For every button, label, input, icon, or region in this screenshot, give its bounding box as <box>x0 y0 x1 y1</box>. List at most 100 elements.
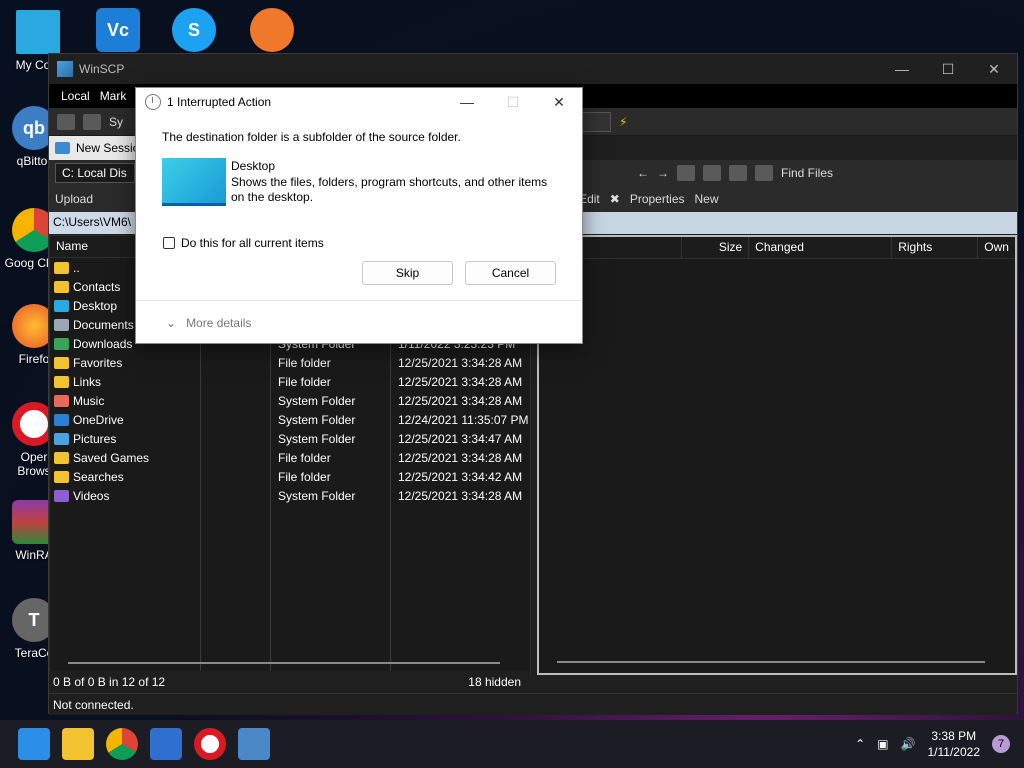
file-name: Searches <box>73 469 124 484</box>
file-row[interactable]: Saved Games File folder 12/25/2021 3:34:28… <box>50 448 530 467</box>
more-details-label: More details <box>186 316 252 330</box>
menu-local[interactable]: Local <box>61 89 90 103</box>
file-name: Documents <box>73 317 134 332</box>
clock-time: 3:38 PM <box>931 729 977 743</box>
start-icon[interactable] <box>18 728 50 760</box>
column-owner[interactable]: Own <box>978 237 1015 258</box>
toolbar-icon[interactable] <box>57 113 75 130</box>
upload-button[interactable]: Upload <box>55 192 93 206</box>
file-changed: 12/25/2021 3:34:28 AM <box>398 374 523 389</box>
forward-icon[interactable]: → <box>657 166 669 180</box>
dialog-minimize-button[interactable]: — <box>444 88 490 116</box>
root-dir-icon[interactable] <box>703 165 721 181</box>
file-row[interactable]: OneDrive System Folder 12/24/2021 11:35:07… <box>50 410 530 429</box>
clock-icon <box>145 94 161 110</box>
column-size-remote[interactable]: Size <box>682 237 750 258</box>
remote-column-headers: Size Changed Rights Own <box>539 237 1015 259</box>
desktop-icon-skype[interactable]: S <box>164 8 224 56</box>
item-description: Shows the files, folders, program shortc… <box>231 175 548 204</box>
properties-button[interactable]: Properties <box>630 192 685 206</box>
file-name: Desktop <box>73 298 118 313</box>
new-button[interactable]: New <box>695 192 719 206</box>
file-type: File folder <box>278 469 331 484</box>
maximize-button[interactable]: ☐ <box>925 54 971 84</box>
notification-badge[interactable]: 7 <box>992 735 1010 753</box>
file-name: Favorites <box>73 355 123 370</box>
file-name-cell: Music <box>50 394 200 408</box>
file-name-cell: Searches <box>50 470 200 484</box>
desktop-icon-vnc[interactable]: Vc <box>88 8 148 56</box>
file-name: .. <box>73 260 80 275</box>
file-name-cell: OneDrive <box>50 413 200 427</box>
toolbar-sync-label[interactable]: Sy <box>109 115 123 129</box>
file-name-cell: Videos <box>50 489 200 503</box>
file-row[interactable]: Links File folder 12/25/2021 3:34:28 AM <box>50 372 530 391</box>
file-name: Downloads <box>73 336 133 351</box>
cancel-button[interactable]: Cancel <box>465 261 556 285</box>
clock-date: 1/11/2022 <box>927 745 981 759</box>
file-changed: 12/25/2021 3:34:28 AM <box>398 393 523 408</box>
file-changed: 12/24/2021 11:35:07 PM <box>398 412 529 427</box>
file-type: System Folder <box>278 431 356 446</box>
taskbar: ⌃ ▣ 🔊 3:38 PM 1/11/2022 7 <box>0 720 1024 768</box>
apply-all-checkbox[interactable]: Do this for all current items <box>163 236 324 250</box>
parent-dir-icon[interactable] <box>677 165 695 181</box>
item-name: Desktop <box>231 159 276 173</box>
volume-icon[interactable]: 🔊 <box>901 737 916 751</box>
column-changed-remote[interactable]: Changed <box>749 237 893 258</box>
file-type: System Folder <box>278 393 356 408</box>
column-rights[interactable]: Rights <box>892 237 979 258</box>
find-files-button[interactable]: Find Files <box>781 166 833 180</box>
file-name: Videos <box>73 488 110 503</box>
winscp-app-icon <box>57 61 73 77</box>
file-row[interactable]: Pictures System Folder 12/25/2021 3:34:47 … <box>50 429 530 448</box>
checkbox-box[interactable] <box>163 237 175 249</box>
folder-icon <box>54 394 69 407</box>
folder-icon <box>54 337 69 350</box>
winscp-taskbar-icon[interactable] <box>238 728 270 760</box>
folder-icon <box>54 299 69 312</box>
file-row[interactable]: Videos System Folder 12/25/2021 3:34:28 AM <box>50 486 530 505</box>
opera-taskbar-icon[interactable] <box>194 728 226 760</box>
chevron-up-icon[interactable]: ⌃ <box>855 737 865 751</box>
minimize-button[interactable]: — <box>879 54 925 84</box>
horizontal-scrollbar[interactable] <box>557 661 985 663</box>
system-tray: ⌃ ▣ 🔊 3:38 PM 1/11/2022 7 <box>855 720 1010 768</box>
folder-icon <box>54 261 69 274</box>
clock[interactable]: 3:38 PM 1/11/2022 <box>928 728 981 760</box>
vnc-icon: Vc <box>96 8 140 52</box>
file-changed: 12/25/2021 3:34:28 AM <box>398 355 523 370</box>
back-icon[interactable]: ← <box>637 166 649 180</box>
skip-button[interactable]: Skip <box>362 261 453 285</box>
window-title: WinSCP <box>79 62 125 76</box>
horizontal-scrollbar[interactable] <box>68 662 500 664</box>
dialog-close-button[interactable]: ✕ <box>536 88 582 116</box>
delete-icon[interactable]: ✖ <box>610 192 620 206</box>
sync-icon[interactable]: ⚡ <box>619 115 627 129</box>
chrome-taskbar-icon[interactable] <box>106 728 138 760</box>
file-name-cell: Favorites <box>50 356 200 370</box>
folder-icon <box>54 432 69 445</box>
file-name-cell: Links <box>50 375 200 389</box>
home-icon[interactable] <box>729 165 747 181</box>
file-explorer-icon[interactable] <box>62 728 94 760</box>
folder-icon <box>54 375 69 388</box>
file-row[interactable]: Favorites File folder 12/25/2021 3:34:28 A… <box>50 353 530 372</box>
refresh-icon[interactable] <box>755 165 773 181</box>
network-icon[interactable]: ▣ <box>877 737 888 751</box>
file-name-cell: Pictures <box>50 432 200 446</box>
close-button[interactable]: ✕ <box>971 54 1017 84</box>
right-path[interactable] <box>529 212 1017 234</box>
dialog-titlebar: 1 Interrupted Action — ☐ ✕ <box>136 88 582 116</box>
menu-mark[interactable]: Mark <box>100 89 127 103</box>
desktop-icon-app[interactable] <box>242 8 302 56</box>
desktop-folder-thumbnail <box>162 158 226 206</box>
hidden-count[interactable]: 18 hidden <box>468 675 521 689</box>
file-row[interactable]: Searches File folder 12/25/2021 3:34:42 AM <box>50 467 530 486</box>
file-row[interactable]: Music System Folder 12/25/2021 3:34:28 AM <box>50 391 530 410</box>
toolbar-icon[interactable] <box>83 113 101 130</box>
drive-selector[interactable]: C: Local Dis <box>55 163 135 183</box>
file-type: System Folder <box>278 488 356 503</box>
more-details-toggle[interactable]: ⌄ More details <box>166 316 251 330</box>
store-icon[interactable] <box>150 728 182 760</box>
